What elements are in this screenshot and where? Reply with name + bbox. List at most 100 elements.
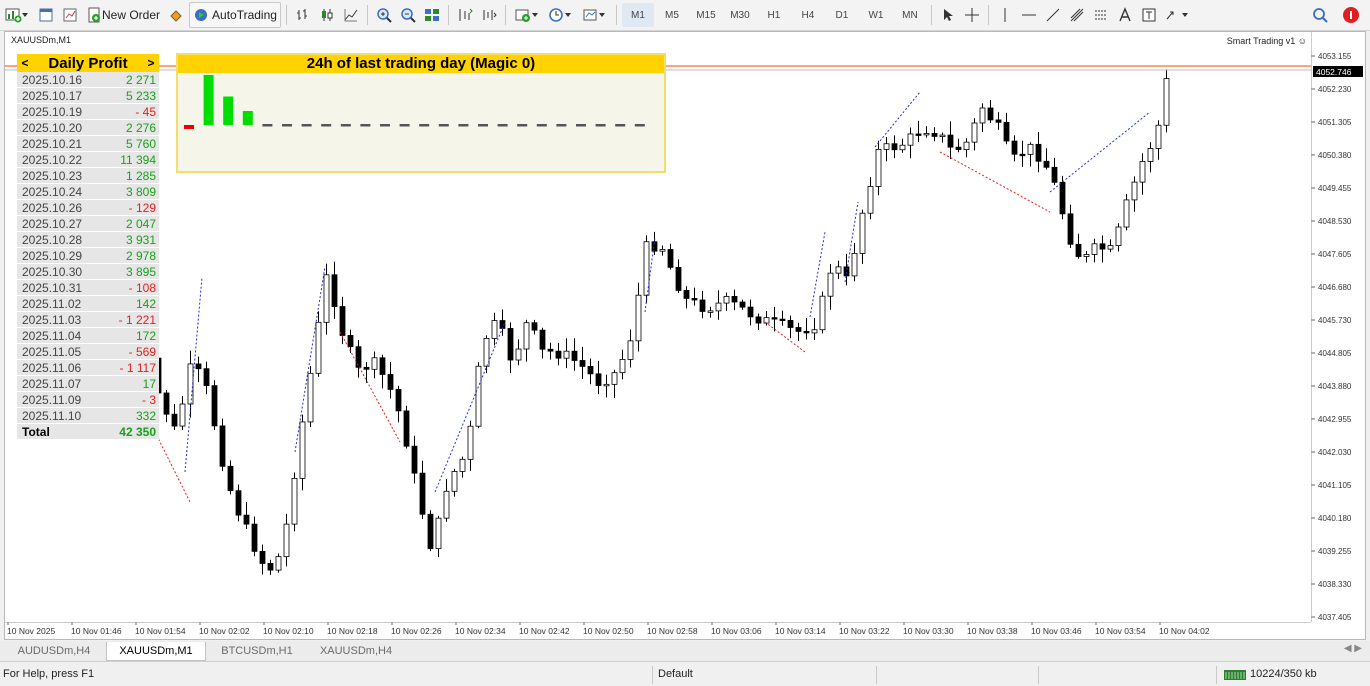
periods-button[interactable] — [545, 3, 577, 27]
indicators-icon — [515, 9, 538, 22]
crosshair-button[interactable] — [961, 3, 983, 27]
trade-history-line — [939, 151, 1051, 213]
search-button[interactable] — [1309, 3, 1331, 27]
chart-symbol-label: XAUUSDm,M1 — [11, 35, 72, 45]
candle-body — [235, 490, 242, 516]
text-label-button[interactable] — [1138, 3, 1160, 27]
timeframe-h4-button[interactable]: H4 — [792, 3, 824, 27]
candle-body — [507, 328, 514, 361]
new-order-button[interactable]: New Order — [83, 3, 163, 27]
candle-body — [1027, 143, 1034, 155]
row-profit: - 129 — [128, 200, 156, 215]
horizontal-line-button[interactable] — [1018, 3, 1040, 27]
cursor-button[interactable] — [937, 3, 959, 27]
total-label: Total — [22, 424, 50, 439]
auto-scroll-button[interactable] — [454, 3, 476, 27]
candle-body — [1107, 245, 1114, 250]
tile-windows-button[interactable] — [421, 3, 443, 27]
templates-dropdown-button[interactable] — [579, 3, 611, 27]
chart-tab[interactable]: XAUUSDm,M1 — [106, 642, 206, 661]
hourly-zero-bar — [399, 124, 410, 127]
timeframe-m15-button[interactable]: M15 — [690, 3, 722, 27]
timeframe-d1-button[interactable]: D1 — [826, 3, 858, 27]
candle-body — [907, 133, 914, 146]
bar-chart-button[interactable] — [292, 3, 314, 27]
tab-scroll-arrows[interactable]: ◀ ▶ — [1344, 643, 1362, 654]
row-profit: 11 394 — [120, 152, 156, 167]
chart-tab[interactable]: BTCUSDm,H1 — [208, 642, 306, 660]
previous-page-button[interactable]: < — [17, 56, 33, 70]
new-chart-icon — [5, 8, 28, 23]
candle-body — [1043, 160, 1050, 168]
zoom-in-icon — [377, 8, 392, 23]
candlestick-button[interactable] — [316, 3, 338, 27]
chart-window[interactable]: XAUUSDm,M1 Smart Trading v1 ☺ < Daily Pr… — [4, 31, 1366, 640]
strategy-tester-button[interactable] — [165, 3, 187, 27]
row-profit: 2 271 — [125, 72, 156, 87]
chart-shift-button[interactable] — [478, 3, 500, 27]
trendline-button[interactable] — [1042, 3, 1064, 27]
time-tick-label: 10 Nov 02:42 — [519, 626, 570, 636]
timeframe-w1-button[interactable]: W1 — [860, 3, 892, 27]
candle-body — [283, 523, 290, 558]
row-profit: 2 978 — [125, 248, 156, 263]
row-profit: - 1 221 — [118, 312, 156, 327]
chart-tab[interactable]: AUDUSDm,H4 — [6, 642, 102, 660]
indicators-button[interactable] — [511, 3, 543, 27]
toolbar-separator — [615, 5, 617, 25]
price-tick-label: 4043.880 — [1318, 382, 1352, 391]
candle-body — [331, 274, 338, 307]
line-chart-button[interactable] — [340, 3, 362, 27]
candle-body — [211, 385, 218, 427]
candle-body — [307, 372, 314, 423]
timeframe-h1-button[interactable]: H1 — [758, 3, 790, 27]
trade-history-line — [184, 276, 203, 473]
last-trading-day-title: 24h of last trading day (Magic 0) — [178, 55, 664, 73]
search-icon — [1313, 8, 1328, 23]
text-label-icon — [1142, 8, 1156, 22]
text-button[interactable] — [1114, 3, 1136, 27]
candle-body — [1099, 243, 1106, 250]
row-profit: 2 276 — [125, 120, 156, 135]
autotrading-button[interactable]: AutoTrading — [189, 2, 281, 28]
row-profit: 3 895 — [125, 264, 156, 279]
candle-body — [355, 346, 362, 368]
price-tick-label: 4052.230 — [1318, 85, 1352, 94]
vertical-line-button[interactable] — [994, 3, 1016, 27]
trendline-icon — [1046, 8, 1060, 22]
cursor-icon — [943, 9, 953, 21]
templates-button[interactable] — [59, 3, 81, 27]
channel-button[interactable] — [1066, 3, 1088, 27]
zoom-in-button[interactable] — [373, 3, 395, 27]
chart-tab[interactable]: XAUUSDm,H4 — [310, 642, 402, 660]
clock-icon — [549, 8, 571, 22]
time-tick-label: 10 Nov 02:58 — [647, 626, 698, 636]
notifications-button[interactable] — [1339, 3, 1363, 27]
next-page-button[interactable]: > — [143, 56, 159, 70]
timeframe-mn-button[interactable]: MN — [894, 3, 926, 27]
status-bar: For Help, press F1 Default 10224/350 kb — [0, 664, 1370, 686]
daily-profit-row: 2025.11.09 - 3 — [17, 392, 159, 408]
row-date: 2025.11.05 — [22, 344, 82, 359]
daily-profit-header: < Daily Profit > — [17, 54, 159, 72]
timeframe-m1-button[interactable]: M1 — [621, 3, 654, 27]
profile-name: Default — [658, 668, 693, 680]
help-text: For Help, press F1 — [3, 668, 95, 680]
hourly-zero-bar — [438, 124, 449, 127]
candle-body — [787, 320, 794, 328]
timeframe-m30-button[interactable]: M30 — [724, 3, 756, 27]
candle-body — [1011, 140, 1018, 155]
candle-body — [923, 133, 930, 136]
timeframe-m5-button[interactable]: M5 — [656, 3, 688, 27]
hourly-zero-bar — [517, 124, 528, 127]
bar-chart-icon — [296, 9, 307, 20]
candle-body — [987, 107, 994, 121]
profiles-button[interactable] — [35, 3, 57, 27]
arrows-button[interactable] — [1162, 3, 1194, 27]
fibonacci-button[interactable] — [1090, 3, 1112, 27]
expert-advisor-label: Smart Trading v1 ☺ — [1226, 36, 1307, 46]
candle-body — [531, 322, 538, 331]
zoom-out-button[interactable] — [397, 3, 419, 27]
price-tick-label: 4041.105 — [1318, 481, 1352, 490]
new-chart-button[interactable] — [1, 3, 33, 27]
